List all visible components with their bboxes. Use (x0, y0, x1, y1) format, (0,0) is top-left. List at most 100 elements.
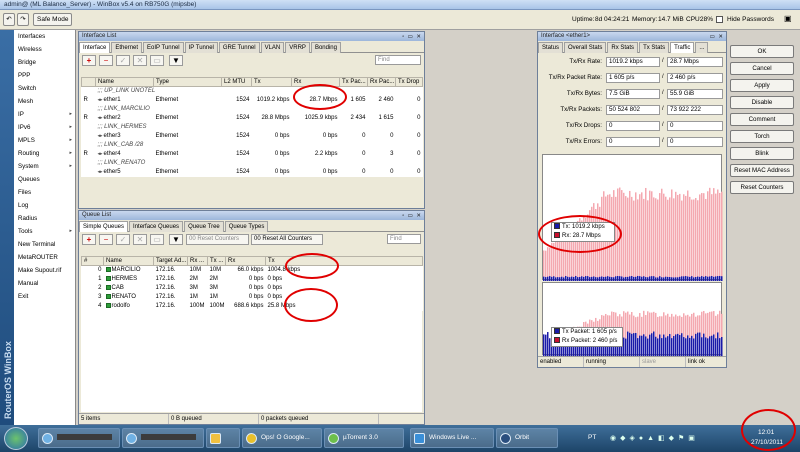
menu-item[interactable]: Exit (14, 290, 75, 303)
taskbar-winbox-2[interactable] (122, 428, 204, 448)
tab[interactable]: Queue Types (224, 221, 269, 232)
column-header[interactable]: Tx Drop (395, 77, 423, 87)
start-button[interactable] (4, 427, 28, 450)
undo-icon[interactable]: ↶ (3, 13, 15, 26)
reset-mac-address-button[interactable]: Reset MAC Address (730, 164, 794, 177)
reset-all-counters-button[interactable]: 00 Reset All Counters (251, 234, 323, 245)
taskbar-orbit[interactable]: Orbit (496, 428, 558, 448)
table-row[interactable]: 4 rodolfo 172.16. 100M 100M 688.6 kbps 25.8 Mb… (82, 302, 423, 311)
column-header[interactable]: Target Ad... (153, 256, 188, 266)
tab[interactable]: Interface Queues (129, 221, 184, 232)
menu-item[interactable]: System ▸ (14, 160, 75, 173)
filter-icon[interactable]: ▼ (169, 234, 183, 245)
enable-icon[interactable]: ✓ (116, 234, 130, 245)
add-icon[interactable]: + (82, 55, 96, 66)
comment-button[interactable]: Comment (730, 113, 794, 126)
tab[interactable]: EoIP Tunnel (143, 42, 184, 53)
menu-item[interactable]: IP ▸ (14, 108, 75, 121)
column-header[interactable]: Name (103, 256, 154, 266)
taskbar-explorer[interactable] (206, 428, 240, 448)
tab[interactable]: Overall Stats (564, 42, 607, 53)
tab[interactable]: Status (538, 42, 564, 53)
filter-icon[interactable]: ▼ (169, 55, 183, 66)
table-row[interactable]: ◂▸ether5 Ethernet 1524 0 bps 0 bps 0 0 0 (82, 168, 423, 177)
table-row[interactable]: R ◂▸ether2 Ethernet 1524 28.8 Mbps 1025.9 kbp… (82, 114, 423, 123)
taskbar-windows-live[interactable]: Windows Live ... (410, 428, 494, 448)
menu-item[interactable]: New Terminal (14, 238, 75, 251)
tab[interactable]: Rx Stats (607, 42, 639, 53)
tab[interactable]: VRRP (285, 42, 310, 53)
column-header[interactable]: Rx Pac... (367, 77, 396, 87)
menu-item[interactable]: MPLS ▸ (14, 134, 75, 147)
tab[interactable]: Traffic (670, 42, 695, 53)
ok-button[interactable]: OK (730, 45, 794, 58)
table-row[interactable]: ;;; LINK_CAB /28 (82, 141, 423, 150)
disable-button[interactable]: Disable (730, 96, 794, 109)
menu-item[interactable]: Switch (14, 82, 75, 95)
torch-button[interactable]: Torch (730, 130, 794, 143)
menu-item[interactable]: PPP (14, 69, 75, 82)
table-row[interactable]: ;;; LINK_RENATO (82, 159, 423, 168)
column-header[interactable]: Rx ... (187, 256, 208, 266)
menu-item[interactable]: Make Supout.rif (14, 264, 75, 277)
column-header[interactable]: Tx (251, 77, 292, 87)
table-row[interactable]: ;;; UP_LINK UNOTEL (82, 87, 423, 96)
reset-counters-button[interactable]: Reset Counters (730, 181, 794, 194)
table-row[interactable]: 1 HERMES 172.16. 2M 2M 0 bps 0 bps (82, 275, 423, 284)
menu-item[interactable]: Manual (14, 277, 75, 290)
menu-item[interactable]: MetaROUTER (14, 251, 75, 264)
table-row[interactable]: 3 RENATO 172.16. 1M 1M 0 bps 0 bps (82, 293, 423, 302)
blink-button[interactable]: Blink (730, 147, 794, 160)
table-row[interactable]: 0 MARCILIO 172.16. 10M 10M 66.0 kbps 1004.8 kb… (82, 266, 423, 275)
column-header[interactable]: # (81, 256, 104, 266)
menu-item[interactable]: Tools ▸ (14, 225, 75, 238)
hide-passwords-checkbox[interactable] (716, 16, 723, 23)
menu-item[interactable]: Radius (14, 212, 75, 225)
tab[interactable]: Queue Tree (184, 221, 224, 232)
column-header[interactable]: Type (153, 77, 222, 87)
column-header[interactable] (81, 77, 96, 87)
safe-mode-button[interactable]: Safe Mode (33, 13, 73, 26)
table-row[interactable]: R ◂▸ether4 Ethernet 1524 0 bps 2.2 kbps 0 3 0 (82, 150, 423, 159)
queue-find-input[interactable]: Find (387, 234, 421, 244)
redo-icon[interactable]: ↷ (17, 13, 29, 26)
menu-item[interactable]: Wireless (14, 43, 75, 56)
language-indicator[interactable]: PT (588, 434, 596, 441)
tab[interactable]: Simple Queues (79, 221, 129, 232)
disable-icon[interactable]: ✕ (133, 55, 147, 66)
cancel-button[interactable]: Cancel (730, 62, 794, 75)
remove-icon[interactable]: − (99, 234, 113, 245)
menu-item[interactable]: Interfaces (14, 30, 75, 43)
enable-icon[interactable]: ✓ (116, 55, 130, 66)
tab[interactable]: VLAN (260, 42, 285, 53)
tab[interactable]: ... (695, 42, 709, 53)
tab[interactable]: Ethernet (111, 42, 143, 53)
taskbar-chrome[interactable]: Ops! O Google... (242, 428, 322, 448)
menu-item[interactable]: Log (14, 199, 75, 212)
add-icon[interactable]: + (82, 234, 96, 245)
tab[interactable]: GRE Tunnel (218, 42, 260, 53)
menu-item[interactable]: IPv6 ▸ (14, 121, 75, 134)
table-row[interactable]: ;;; LINK_MARCILIO (82, 105, 423, 114)
tab[interactable]: Interface (79, 42, 111, 53)
comment-icon[interactable]: ▭ (150, 234, 164, 245)
taskbar-winbox-1[interactable] (38, 428, 120, 448)
table-row[interactable]: R ◂▸ether1 Ethernet 1524 1019.2 kbps 28.7 Mbp… (82, 96, 423, 105)
tab[interactable]: Bonding (310, 42, 341, 53)
column-header[interactable]: Tx Pac... (339, 77, 368, 87)
menu-item[interactable]: Mesh (14, 95, 75, 108)
menu-item[interactable]: Queues (14, 173, 75, 186)
column-header[interactable]: Rx (225, 256, 266, 266)
table-row[interactable]: ;;; LINK_HERMES (82, 123, 423, 132)
menu-item[interactable]: Files (14, 186, 75, 199)
tray-icons[interactable]: ◉◆◈●▲◧◆⚑▣ (610, 434, 699, 442)
column-header[interactable]: Name (95, 77, 154, 87)
tab[interactable]: IP Tunnel (184, 42, 218, 53)
menu-item[interactable]: Routing ▸ (14, 147, 75, 160)
column-header[interactable]: Tx ... (207, 256, 226, 266)
column-header[interactable]: L2 MTU (221, 77, 252, 87)
comment-icon[interactable]: ▭ (150, 55, 164, 66)
apply-button[interactable]: Apply (730, 79, 794, 92)
remove-icon[interactable]: − (99, 55, 113, 66)
menu-item[interactable]: Bridge (14, 56, 75, 69)
